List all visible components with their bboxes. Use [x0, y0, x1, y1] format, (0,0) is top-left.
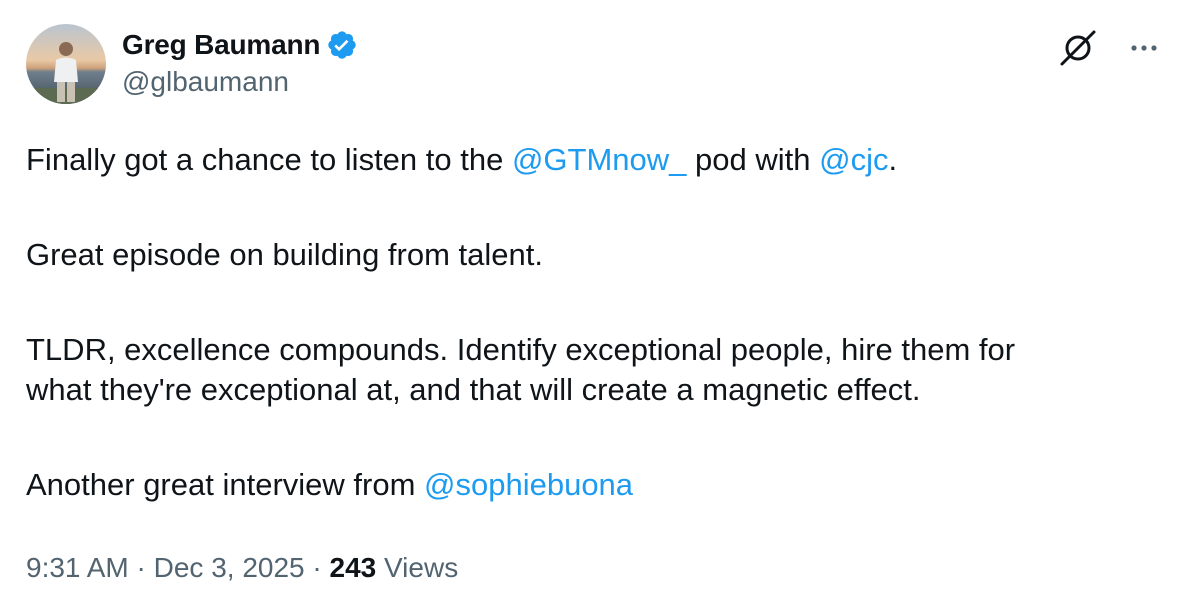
tweet-paragraph-3-line-1: TLDR, excellence compounds. Identify exc… [26, 332, 1016, 367]
verified-badge-icon[interactable] [326, 29, 358, 61]
tweet-text: Finally got a chance to listen to the @G… [26, 140, 1166, 505]
mention-cjc[interactable]: @cjc [819, 142, 888, 177]
author-display-name[interactable]: Greg Baumann [122, 29, 321, 61]
tweet-text-segment: Finally got a chance to listen to the [26, 142, 512, 177]
tweet-date[interactable]: Dec 3, 2025 [154, 552, 305, 583]
avatar-photo [26, 24, 106, 104]
views-count[interactable]: 243 [330, 552, 377, 583]
tweet-text-segment: pod with [686, 142, 820, 177]
tweet-text-segment: . [888, 142, 898, 177]
author-handle[interactable]: @glbaumann [122, 66, 358, 98]
tweet-actions-top [1058, 28, 1160, 68]
mention-gtmnow[interactable]: @GTMnow_ [512, 142, 686, 177]
tweet-card: Greg Baumann @glbaumann Finally got a ch… [0, 0, 1192, 606]
views-label: Views [384, 552, 459, 583]
mention-sophiebuona[interactable]: @sophiebuona [424, 467, 633, 502]
tweet-metadata: 9:31 AM · Dec 3, 2025 · 243 Views [26, 552, 458, 584]
author-name-row: Greg Baumann [122, 26, 358, 64]
avatar[interactable] [26, 24, 106, 104]
tweet-paragraph-2: Great episode on building from talent. [26, 237, 543, 272]
tweet-text-segment: Another great interview from [26, 467, 425, 502]
tweet-paragraph-4: Another great interview from @sophiebuon… [26, 465, 1166, 505]
grok-icon[interactable] [1058, 28, 1098, 68]
tweet-paragraph-1: Finally got a chance to listen to the @G… [26, 140, 1166, 180]
author-block: Greg Baumann @glbaumann [122, 26, 358, 98]
meta-separator: · [304, 552, 330, 583]
more-options-icon[interactable] [1128, 32, 1160, 64]
tweet-paragraph-3-line-2: what they're exceptional at, and that wi… [26, 372, 921, 407]
meta-separator: · [128, 552, 154, 583]
tweet-time[interactable]: 9:31 AM [26, 552, 129, 583]
